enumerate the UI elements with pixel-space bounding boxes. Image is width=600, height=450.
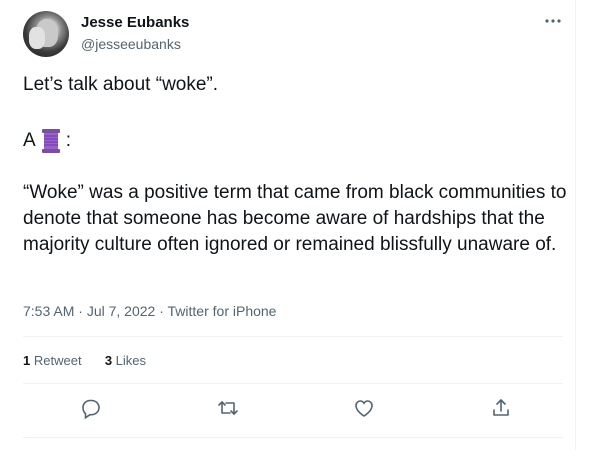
thread-spool-icon: [40, 128, 62, 154]
tweet-stats: 1 Retweet 3 Likes: [23, 353, 146, 368]
divider: [23, 383, 563, 384]
reply-icon[interactable]: [78, 395, 104, 421]
tweet-source[interactable]: Twitter for iPhone: [168, 303, 277, 319]
like-icon[interactable]: [351, 395, 377, 421]
author-handle[interactable]: @jesseeubanks: [81, 36, 181, 52]
author-name[interactable]: Jesse Eubanks: [81, 14, 189, 31]
action-bar: [8, 395, 576, 425]
divider: [23, 437, 563, 438]
retweet-stat[interactable]: 1 Retweet: [23, 353, 82, 368]
tweet-date[interactable]: Jul 7, 2022: [87, 303, 156, 319]
retweet-label: Retweet: [33, 353, 82, 368]
meta-separator: ·: [78, 303, 83, 319]
retweet-icon[interactable]: [215, 395, 241, 421]
retweet-count: 1: [23, 353, 31, 368]
meta-separator: ·: [159, 303, 164, 319]
avatar[interactable]: [23, 11, 69, 57]
like-label: Likes: [115, 353, 147, 368]
tweet-body: “Woke” was a positive term that came fro…: [23, 182, 567, 255]
tweet-line-2-prefix: A: [23, 130, 36, 151]
more-dots-icon[interactable]: [543, 12, 563, 32]
divider: [23, 336, 563, 337]
like-stat[interactable]: 3 Likes: [105, 353, 146, 368]
tweet-card: Jesse Eubanks @jesseeubanks Let’s talk a…: [8, 0, 576, 450]
tweet-line-1: Let’s talk about “woke”.: [23, 74, 219, 95]
tweet-meta: 7:53 AM · Jul 7, 2022 · Twitter for iPho…: [23, 303, 276, 319]
tweet-line-2-suffix: :: [65, 130, 71, 151]
like-count: 3: [104, 353, 113, 368]
tweet-line-2: A :: [23, 128, 71, 154]
avatar-hand: [29, 27, 45, 49]
tweet-time[interactable]: 7:53 AM: [23, 303, 74, 319]
share-icon[interactable]: [488, 395, 514, 421]
